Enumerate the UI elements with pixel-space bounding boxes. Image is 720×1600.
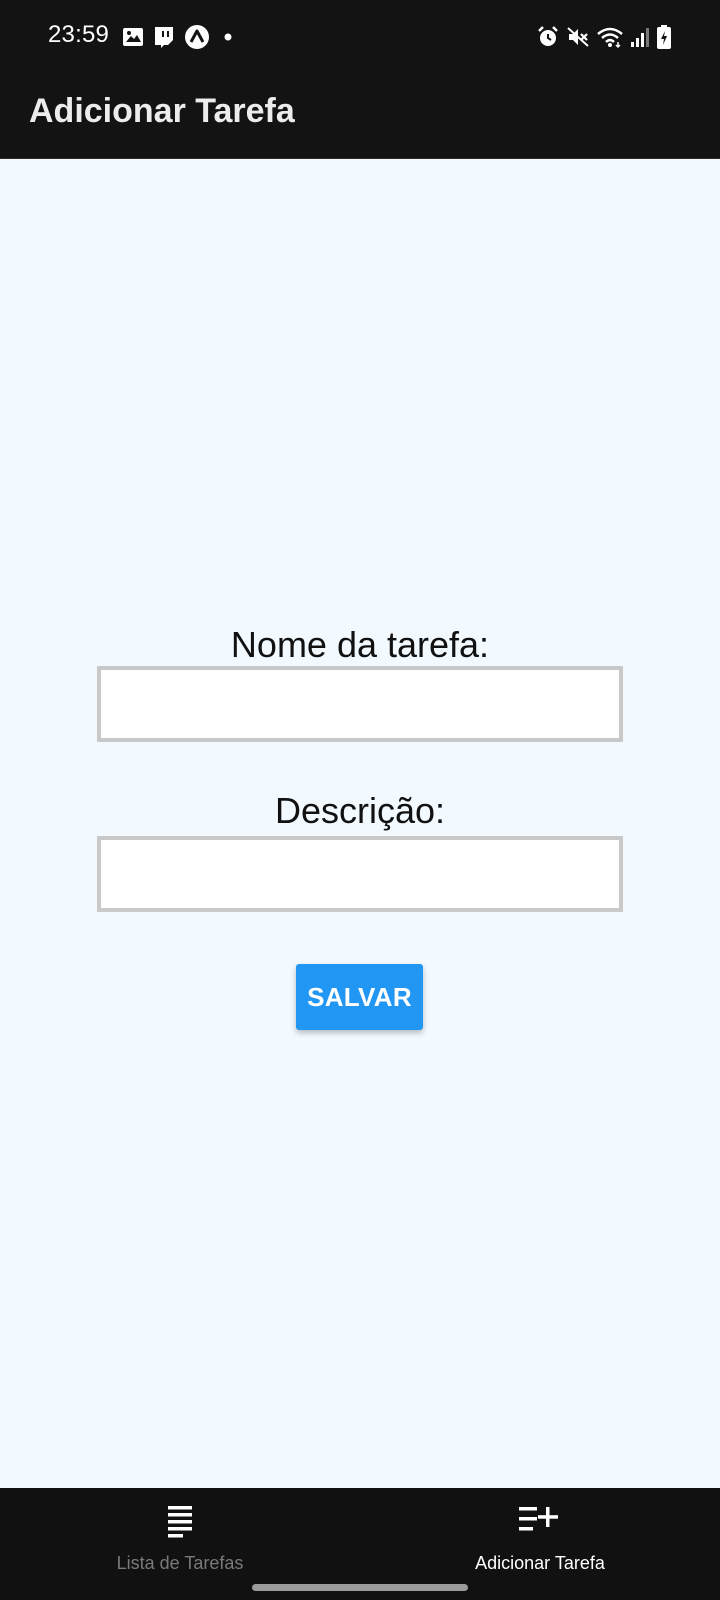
task-description-label: Descrição: — [274, 790, 446, 831]
mute-icon — [566, 25, 590, 49]
playlist-add-icon — [517, 1504, 563, 1539]
list-icon — [166, 1504, 194, 1543]
battery-charging-icon — [656, 24, 672, 50]
task-name-label: Nome da tarefa: — [230, 624, 490, 665]
tab-add-task-label: Adicionar Tarefa — [475, 1553, 605, 1573]
signal-icon — [630, 26, 650, 48]
alarm-icon — [536, 25, 560, 49]
save-button[interactable]: SALVAR — [296, 964, 423, 1030]
status-bar: 23:59 — [0, 0, 720, 72]
task-description-input[interactable] — [97, 836, 623, 912]
page-title: Adicionar Tarefa — [29, 92, 295, 130]
notification-dot-icon — [218, 27, 238, 47]
status-right-icons — [536, 24, 672, 50]
task-name-input[interactable] — [97, 666, 623, 742]
wifi-icon — [596, 25, 624, 49]
expo-icon — [184, 24, 210, 50]
gallery-icon — [122, 26, 144, 48]
gesture-navigation-bar[interactable] — [252, 1584, 468, 1591]
status-time: 23:59 — [48, 21, 110, 48]
twitch-icon — [152, 25, 176, 49]
status-left-icons — [122, 24, 238, 50]
app-header: Adicionar Tarefa — [0, 72, 720, 159]
tab-task-list-label: Lista de Tarefas — [116, 1553, 244, 1573]
